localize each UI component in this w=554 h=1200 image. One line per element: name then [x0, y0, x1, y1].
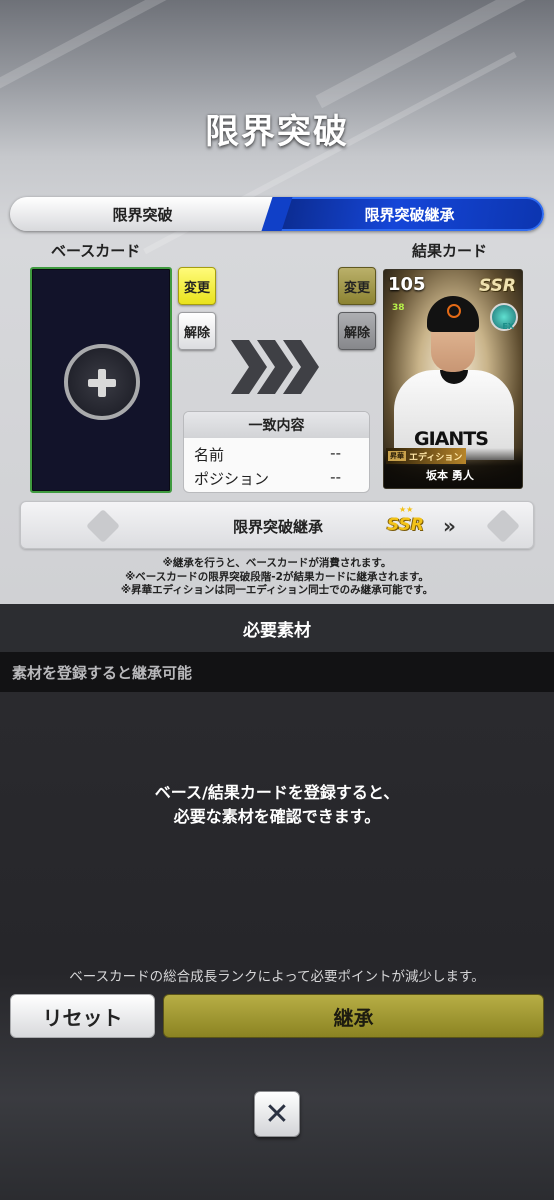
match-row-label: 名前: [194, 446, 225, 464]
rank-badge: SSR: [387, 515, 424, 535]
mode-tabs: 限界突破 限界突破継承: [10, 197, 544, 231]
card-rank: SSR: [479, 276, 516, 296]
result-change-button[interactable]: 変更: [338, 267, 376, 305]
tab-limit-break-inherit[interactable]: 限界突破継承: [275, 197, 544, 231]
notes: ※継承を行うと、ベースカードが消費されます。 ※ベースカードの限界突破段階-2が…: [0, 557, 554, 598]
base-change-button[interactable]: 変更: [178, 267, 216, 305]
team-logo-icon: [447, 304, 461, 318]
note-line: ※ベースカードの限界突破段階-2が結果カードに継承されます。: [125, 570, 429, 583]
match-row-value: --: [330, 444, 341, 462]
match-row-value: --: [330, 468, 341, 486]
note-line: ※昇華エディションは同一エディション同士でのみ継承可能です。: [120, 584, 434, 596]
chevron-right-icon: [283, 340, 319, 394]
player-cap: [427, 296, 479, 332]
background-streak: [315, 0, 554, 109]
reset-button[interactable]: リセット: [10, 994, 155, 1038]
result-remove-button[interactable]: 解除: [338, 312, 376, 350]
message-line: 必要な素材を確認できます。: [173, 807, 381, 826]
inherit-summary-bar: 限界突破継承 ★★ SSR »: [20, 501, 534, 549]
inherit-button[interactable]: 継承: [163, 994, 544, 1038]
result-card-label: 結果カード: [412, 242, 488, 260]
rank-stars: ★★: [399, 505, 414, 514]
match-row-name: 名前 --: [194, 444, 359, 465]
inherit-summary-label: 限界突破継承: [232, 518, 323, 536]
required-materials-header: 必要素材: [0, 604, 554, 652]
page-title: 限界突破: [205, 112, 349, 152]
double-chevron-icon: »: [443, 514, 456, 538]
rank-note: ベースカードの総合成長ランクによって必要ポイントが減少します。: [69, 969, 485, 985]
match-info-box: 一致内容 名前 -- ポジション --: [183, 411, 370, 493]
message-line: ベース/結果カードを登録すると、: [154, 783, 400, 802]
base-remove-button[interactable]: 解除: [178, 312, 216, 350]
base-card-label: ベースカード: [51, 242, 141, 260]
match-row-label: ポジション: [194, 470, 270, 488]
close-icon: ✕: [264, 1096, 290, 1132]
tab-label: 限界突破: [112, 205, 173, 224]
close-button[interactable]: ✕: [254, 1091, 300, 1137]
player-name: 坂本 勇人: [426, 469, 474, 482]
base-card-slot[interactable]: [30, 267, 172, 493]
card-rating: 105: [388, 274, 426, 295]
top-panel: 限界突破 限界突破 限界突破継承 ベースカード 結果カード 変更 解除 変更 解…: [0, 0, 554, 604]
condition-bar: 素材を登録すると継承可能: [0, 652, 554, 692]
edition-label: エディション: [409, 452, 463, 463]
note-line: ※継承を行うと、ベースカードが消費されます。: [162, 557, 392, 569]
edition-prefix: 昇華: [388, 451, 406, 461]
card-sub-value: 38: [392, 303, 405, 313]
tab-label: 限界突破継承: [364, 205, 455, 224]
materials-info-message: ベース/結果カードを登録すると、 必要な素材を確認できます。: [0, 781, 554, 829]
background-streak: [0, 0, 208, 101]
edition-tag: 昇華 エディション: [386, 448, 467, 464]
jersey-text: GIANTS: [414, 428, 489, 450]
result-card[interactable]: GIANTS 105 38 SSR EX 昇華 エディション 坂本 勇人: [383, 269, 523, 489]
match-header: 一致内容: [184, 412, 369, 438]
ex-badge-label: EX: [502, 322, 514, 331]
tab-limit-break[interactable]: 限界突破: [10, 197, 275, 231]
plus-icon: [64, 344, 140, 420]
match-row-position: ポジション --: [194, 468, 359, 489]
